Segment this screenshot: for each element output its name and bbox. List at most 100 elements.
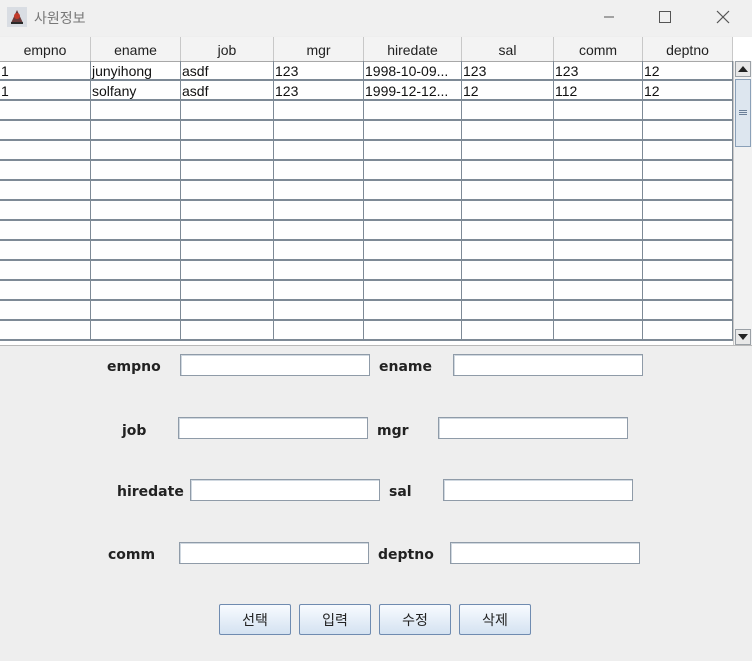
table-cell-comm[interactable]: 123 — [554, 61, 643, 79]
table-cell-empty[interactable] — [274, 321, 364, 339]
table-cell-empty[interactable] — [643, 121, 733, 139]
table-cell-empty[interactable] — [643, 101, 733, 119]
table-cell-empty[interactable] — [643, 141, 733, 159]
table-cell-empty[interactable] — [462, 281, 554, 299]
table-cell-empty[interactable] — [364, 141, 462, 159]
column-header-deptno[interactable]: deptno — [643, 37, 733, 61]
table-cell-deptno[interactable]: 12 — [643, 61, 733, 79]
table-cell-empty[interactable] — [364, 261, 462, 279]
table-cell-empty[interactable] — [643, 181, 733, 199]
table-cell-empty[interactable] — [364, 121, 462, 139]
table-cell-empty[interactable] — [181, 241, 274, 259]
table-cell-empty[interactable] — [181, 261, 274, 279]
table-cell-empty[interactable] — [181, 121, 274, 139]
table-cell-empty[interactable] — [91, 161, 181, 179]
insert-button[interactable]: 입력 — [299, 604, 371, 635]
table-cell-empty[interactable] — [91, 121, 181, 139]
table-cell-empty[interactable] — [364, 181, 462, 199]
ename-field[interactable] — [453, 354, 643, 376]
table-cell-empty[interactable] — [274, 121, 364, 139]
table-cell-empty[interactable] — [554, 101, 643, 119]
column-header-mgr[interactable]: mgr — [274, 37, 364, 61]
table-cell-empty[interactable] — [91, 301, 181, 319]
table-cell-empty[interactable] — [91, 281, 181, 299]
table-cell-empty[interactable] — [554, 121, 643, 139]
empty-table-row[interactable] — [0, 241, 733, 261]
table-cell-empty[interactable] — [462, 101, 554, 119]
table-cell-mgr[interactable]: 123 — [274, 81, 364, 99]
table-cell-empty[interactable] — [0, 201, 91, 219]
empty-table-row[interactable] — [0, 261, 733, 281]
table-cell-empty[interactable] — [274, 221, 364, 239]
table-cell-empty[interactable] — [0, 221, 91, 239]
table-cell-empty[interactable] — [274, 101, 364, 119]
table-cell-empty[interactable] — [364, 161, 462, 179]
table-cell-empty[interactable] — [91, 181, 181, 199]
table-cell-empty[interactable] — [554, 201, 643, 219]
table-cell-empty[interactable] — [643, 221, 733, 239]
table-cell-job[interactable]: asdf — [181, 81, 274, 99]
table-cell-empty[interactable] — [462, 241, 554, 259]
table-cell-empty[interactable] — [364, 321, 462, 339]
table-cell-empty[interactable] — [91, 221, 181, 239]
minimize-button[interactable] — [580, 0, 638, 34]
table-cell-empty[interactable] — [91, 261, 181, 279]
empty-table-row[interactable] — [0, 281, 733, 301]
table-cell-empty[interactable] — [91, 321, 181, 339]
table-cell-empno[interactable]: 1 — [0, 61, 91, 79]
column-header-ename[interactable]: ename — [91, 37, 181, 61]
vertical-scrollbar[interactable] — [733, 61, 752, 345]
table-cell-empty[interactable] — [181, 301, 274, 319]
table-cell-empty[interactable] — [0, 321, 91, 339]
table-cell-empty[interactable] — [0, 141, 91, 159]
table-cell-empty[interactable] — [91, 141, 181, 159]
table-cell-empty[interactable] — [0, 101, 91, 119]
table-cell-empty[interactable] — [554, 321, 643, 339]
empty-table-row[interactable] — [0, 301, 733, 321]
table-cell-empty[interactable] — [364, 201, 462, 219]
table-cell-empty[interactable] — [274, 201, 364, 219]
hiredate-field[interactable] — [190, 479, 380, 501]
table-cell-mgr[interactable]: 123 — [274, 61, 364, 79]
table-cell-hiredate[interactable]: 1999-12-12... — [364, 81, 462, 99]
table-cell-empty[interactable] — [91, 101, 181, 119]
empty-table-row[interactable] — [0, 161, 733, 181]
table-cell-empty[interactable] — [364, 221, 462, 239]
table-cell-empty[interactable] — [274, 281, 364, 299]
table-row[interactable]: 1 solfany asdf 123 1999-12-12... 12 112 12 — [0, 81, 733, 101]
table-cell-empty[interactable] — [643, 261, 733, 279]
table-cell-empty[interactable] — [274, 301, 364, 319]
table-cell-empty[interactable] — [554, 261, 643, 279]
table-cell-deptno[interactable]: 12 — [643, 81, 733, 99]
mgr-field[interactable] — [438, 417, 628, 439]
empty-table-row[interactable] — [0, 101, 733, 121]
table-cell-empty[interactable] — [364, 301, 462, 319]
column-header-comm[interactable]: comm — [554, 37, 643, 61]
employee-table[interactable]: empno ename job mgr hiredate sal comm deptno 1j… — [0, 37, 752, 346]
table-cell-empty[interactable] — [554, 281, 643, 299]
table-cell-empty[interactable] — [462, 221, 554, 239]
table-cell-hiredate[interactable]: 1998-10-09... — [364, 61, 462, 79]
table-cell-empty[interactable] — [462, 261, 554, 279]
table-cell-empty[interactable] — [0, 261, 91, 279]
column-header-hiredate[interactable]: hiredate — [364, 37, 462, 61]
scroll-thumb[interactable] — [735, 79, 751, 147]
table-cell-empty[interactable] — [274, 141, 364, 159]
table-cell-empty[interactable] — [181, 141, 274, 159]
update-button[interactable]: 수정 — [379, 604, 451, 635]
table-body[interactable]: 1 junyihong asdf 123 1998-10-09... 123 123 12 1 s… — [0, 61, 733, 341]
table-cell-empty[interactable] — [181, 101, 274, 119]
table-cell-sal[interactable]: 123 — [462, 61, 554, 79]
table-cell-empty[interactable] — [554, 161, 643, 179]
table-cell-empty[interactable] — [554, 141, 643, 159]
table-cell-empty[interactable] — [0, 121, 91, 139]
table-cell-empty[interactable] — [643, 281, 733, 299]
sal-field[interactable] — [443, 479, 633, 501]
maximize-button[interactable] — [636, 0, 694, 34]
empty-table-row[interactable] — [0, 221, 733, 241]
table-cell-empty[interactable] — [643, 201, 733, 219]
comm-field[interactable] — [179, 542, 369, 564]
scroll-up-button[interactable] — [735, 61, 751, 77]
table-cell-empty[interactable] — [181, 201, 274, 219]
table-cell-empty[interactable] — [274, 261, 364, 279]
